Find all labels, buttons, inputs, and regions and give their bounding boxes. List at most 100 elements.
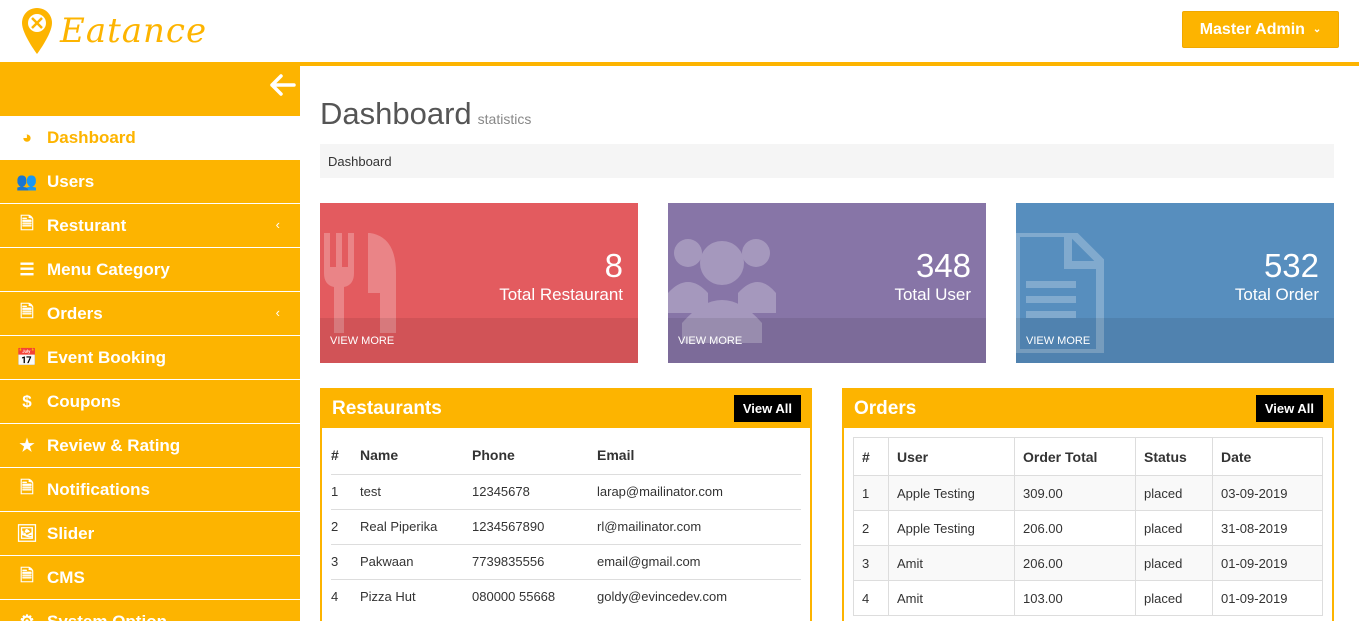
table-cell: Pakwaan bbox=[360, 543, 472, 579]
sidebar-item-event-booking[interactable]: 📅 Event Booking bbox=[0, 336, 300, 380]
table-row[interactable]: 1 test 12345678 larap@mailinator.com bbox=[331, 473, 801, 509]
view-more-link[interactable]: VIEW MORE bbox=[320, 318, 638, 363]
stat-label: Total User bbox=[894, 285, 971, 304]
column-header: Status bbox=[1135, 437, 1213, 476]
table-cell: 3 bbox=[853, 545, 889, 581]
stat-card-restaurants: 8 Total Restaurant VIEW MORE bbox=[320, 203, 638, 363]
table-row[interactable]: 3 Pakwaan 7739835556 email@gmail.com bbox=[331, 543, 801, 579]
restaurants-panel: Restaurants View All # Name Phone Email 1 te… bbox=[320, 388, 812, 621]
table-cell: test bbox=[360, 473, 472, 509]
sidebar-item-dashboard[interactable]: ◕ Dashboard bbox=[0, 116, 300, 160]
table-cell: Amit bbox=[888, 580, 1015, 616]
table-cell: 3 bbox=[331, 543, 360, 579]
table-row[interactable]: 2 Real Piperika 1234567890 rl@mailinator.co… bbox=[331, 508, 801, 544]
sidebar-item-label: System Option bbox=[47, 611, 167, 621]
table-header-row: # User Order Total Status Date bbox=[853, 437, 1323, 476]
sidebar-item-menu-category[interactable]: ☰ Menu Category bbox=[0, 248, 300, 292]
sidebar-item-label: Review & Rating bbox=[47, 435, 181, 455]
table-cell: 01-09-2019 bbox=[1212, 545, 1323, 581]
column-header: Name bbox=[360, 446, 399, 463]
sidebar-item-system-option[interactable]: ⚙ System Option bbox=[0, 600, 300, 621]
sidebar-item-users[interactable]: 👥 Users bbox=[0, 160, 300, 204]
sidebar-item-label: Dashboard bbox=[47, 127, 136, 147]
table-cell: 1 bbox=[853, 475, 889, 511]
view-more-link[interactable]: VIEW MORE bbox=[1016, 318, 1334, 363]
admin-menu-button[interactable]: Master Admin ⌄ bbox=[1182, 11, 1339, 48]
column-header: # bbox=[853, 437, 889, 476]
stat-label: Total Restaurant bbox=[499, 285, 623, 304]
location-pin-icon bbox=[22, 8, 52, 54]
panel-header: Orders View All bbox=[844, 390, 1332, 428]
nav-icon: 🗎 bbox=[20, 566, 34, 585]
table-row[interactable]: 1 Apple Testing 309.00 placed 03-09-2019 bbox=[853, 475, 1323, 511]
table-cell: 12345678 bbox=[472, 473, 597, 509]
table-cell: 103.00 bbox=[1014, 580, 1136, 616]
sidebar-item-label: Event Booking bbox=[47, 347, 167, 367]
column-header: # bbox=[331, 446, 339, 463]
sidebar-item-label: Coupons bbox=[47, 391, 121, 411]
table-cell: 01-09-2019 bbox=[1212, 580, 1323, 616]
nav-icon: 🗎 bbox=[20, 302, 34, 321]
sidebar-item-coupons[interactable]: $ Coupons bbox=[0, 380, 300, 424]
nav-icon: 🗎 bbox=[20, 478, 34, 497]
table-cell: Apple Testing bbox=[888, 475, 1015, 511]
page-title: Dashboard statistics bbox=[320, 96, 531, 132]
table-cell: Real Piperika bbox=[360, 508, 472, 544]
panel-title: Orders bbox=[854, 398, 917, 419]
nav-icon: ⚙ bbox=[19, 611, 35, 621]
stat-card-users: 348 Total User VIEW MORE bbox=[668, 203, 986, 363]
table-cell: placed bbox=[1135, 510, 1213, 546]
stat-value: 348 bbox=[915, 247, 971, 284]
table-cell: Amit bbox=[888, 545, 1015, 581]
arrow-left-icon bbox=[270, 74, 296, 96]
sidebar-item-orders[interactable]: 🗎 Orders ‹ bbox=[0, 292, 300, 336]
table-cell: larap@mailinator.com bbox=[597, 473, 801, 509]
table-cell: 7739835556 bbox=[472, 543, 597, 579]
table-cell: 206.00 bbox=[1014, 510, 1136, 546]
table-row[interactable]: 4 Pizza Hut 080000 55668 goldy@evincedev.co… bbox=[331, 578, 801, 614]
restaurants-table: # Name Phone Email 1 test 12345678 larap@maili… bbox=[331, 436, 801, 614]
table-cell: placed bbox=[1135, 475, 1213, 511]
view-all-orders-button[interactable]: View All bbox=[1255, 395, 1323, 422]
sidebar-item-review-rating[interactable]: ★ Review & Rating bbox=[0, 424, 300, 468]
sidebar-item-label: Notifications bbox=[47, 479, 150, 499]
column-header: Date bbox=[1212, 437, 1323, 476]
column-header: Phone bbox=[472, 446, 515, 463]
view-more-link[interactable]: VIEW MORE bbox=[668, 318, 986, 363]
table-cell: 309.00 bbox=[1014, 475, 1136, 511]
breadcrumb-item[interactable]: Dashboard bbox=[328, 154, 392, 169]
sidebar-item-slider[interactable]: 🖼 Slider bbox=[0, 512, 300, 556]
table-cell: rl@mailinator.com bbox=[597, 508, 801, 544]
brand-logo[interactable]: Eatance bbox=[20, 6, 207, 56]
main-content: Dashboard statistics Dashboard 8 Total Re… bbox=[300, 70, 1354, 621]
sidebar-item-label: Slider bbox=[47, 523, 95, 543]
table-header-row: # Name Phone Email bbox=[331, 436, 801, 474]
table-cell: goldy@evincedev.com bbox=[597, 578, 801, 614]
column-header: Order Total bbox=[1014, 437, 1136, 476]
sidebar-item-label: Menu Category bbox=[47, 259, 170, 279]
nav-icon: 🗎 bbox=[20, 214, 34, 233]
page-subtitle: statistics bbox=[477, 111, 532, 127]
sidebar-item-cms[interactable]: 🗎 CMS bbox=[0, 556, 300, 600]
nav-icon: $ bbox=[22, 391, 32, 411]
nav-icon: ◕ bbox=[21, 127, 33, 147]
stat-card-orders: 532 Total Order VIEW MORE bbox=[1016, 203, 1334, 363]
table-cell: 03-09-2019 bbox=[1212, 475, 1323, 511]
sidebar-item-resturant[interactable]: 🗎 Resturant ‹ bbox=[0, 204, 300, 248]
view-all-restaurants-button[interactable]: View All bbox=[733, 395, 801, 422]
table-row[interactable]: 2 Apple Testing 206.00 placed 31-08-2019 bbox=[853, 510, 1323, 546]
orders-panel: Orders View All # User Order Total Status Da… bbox=[842, 388, 1334, 621]
sidebar-item-label: Users bbox=[47, 171, 95, 191]
table-row[interactable]: 3 Amit 206.00 placed 01-09-2019 bbox=[853, 545, 1323, 581]
table-row[interactable]: 4 Amit 103.00 placed 01-09-2019 bbox=[853, 580, 1323, 616]
table-cell: 4 bbox=[331, 578, 360, 614]
nav-icon: ★ bbox=[19, 435, 35, 455]
table-cell: email@gmail.com bbox=[597, 543, 801, 579]
sidebar-item-notifications[interactable]: 🗎 Notifications bbox=[0, 468, 300, 512]
table-cell: 080000 55668 bbox=[472, 578, 597, 614]
table-cell: 2 bbox=[331, 508, 360, 544]
top-header: Eatance Master Admin ⌄ bbox=[0, 0, 1359, 66]
table-cell: placed bbox=[1135, 580, 1213, 616]
panel-title: Restaurants bbox=[332, 398, 442, 419]
sidebar-toggle[interactable] bbox=[0, 66, 300, 116]
